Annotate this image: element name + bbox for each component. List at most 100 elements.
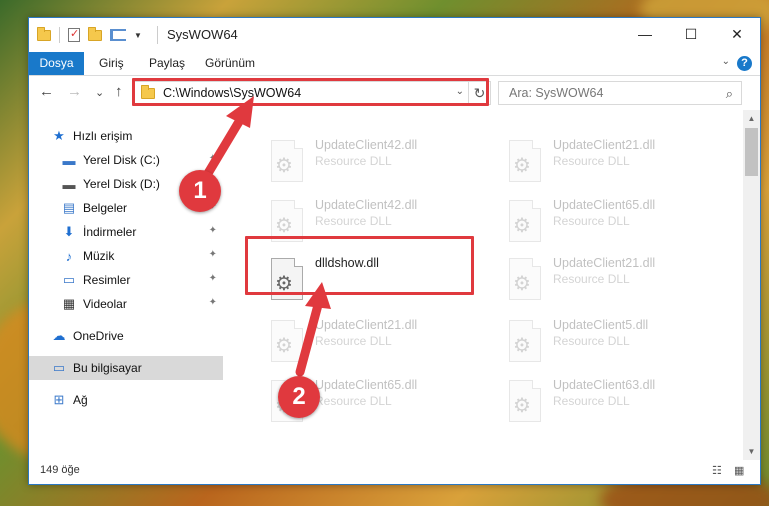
pictures-icon: ▭ [62, 272, 76, 287]
window-title: SysWOW64 [167, 27, 238, 42]
address-highlight-box [132, 78, 489, 106]
divider [59, 27, 60, 43]
chevron-down-icon[interactable]: ⌄ [722, 56, 730, 67]
sidebar-item[interactable]: ★ Hızlı erişim [29, 124, 223, 148]
sidebar-item[interactable]: ♪ Müzik ✦ [29, 244, 223, 268]
recent-locations-button[interactable]: ⌄ [95, 86, 104, 99]
search-input[interactable]: Ara: SysWOW64 [509, 86, 603, 100]
file-name: UpdateClient42.dll [315, 138, 418, 152]
step-badge-2: 2 [278, 376, 320, 418]
tab-home[interactable]: Giriş [99, 52, 124, 75]
up-button[interactable]: ↑ [115, 83, 123, 100]
sidebar-item-label: Videolar [83, 297, 127, 311]
navigation-pane: ★ Hızlı erişim ▬ Yerel Disk (C:) ✦ ▬ Yerel Dis… [29, 110, 223, 458]
file-name: UpdateClient21.dll [553, 138, 656, 152]
chevron-down-icon[interactable]: ▼ [134, 31, 142, 40]
computer-icon: ▭ [52, 360, 66, 375]
forward-button[interactable]: → [67, 83, 82, 100]
file-type: Resource DLL [553, 334, 630, 348]
sidebar-item[interactable]: ⬇ İndirmeler ✦ [29, 220, 223, 244]
details-view-icon[interactable]: ☷ [712, 464, 726, 477]
sidebar-item[interactable]: ☁ OneDrive [29, 324, 223, 348]
step-badge-1: 1 [179, 170, 221, 212]
file-item[interactable]: UpdateClient5.dll Resource DLL [495, 318, 720, 370]
title-bar: ▼ SysWOW64 — ☐ ✕ [29, 18, 760, 52]
sidebar-item-label: Ağ [73, 393, 88, 407]
sidebar-item[interactable]: ▬ Yerel Disk (C:) ✦ [29, 148, 223, 172]
pin-icon[interactable]: ✦ [209, 297, 217, 308]
sidebar-item[interactable]: ▦ Videolar ✦ [29, 292, 223, 316]
tab-view[interactable]: Görünüm [205, 52, 255, 75]
network-icon: ⊞ [53, 392, 65, 407]
properties-check-icon[interactable] [68, 27, 80, 42]
dll-file-icon [509, 258, 541, 300]
sidebar-item[interactable]: ▭ Resimler ✦ [29, 268, 223, 292]
dll-file-icon [509, 320, 541, 362]
scroll-thumb[interactable] [745, 128, 758, 176]
dll-file-icon [271, 320, 303, 362]
file-type: Resource DLL [315, 154, 392, 168]
file-name: UpdateClient65.dll [553, 198, 656, 212]
file-type: Resource DLL [315, 334, 392, 348]
sidebar-item-label: OneDrive [73, 329, 124, 343]
new-folder-icon[interactable] [88, 26, 102, 41]
file-item[interactable]: UpdateClient65.dll Resource DLL [495, 198, 720, 250]
sidebar-item-label: İndirmeler [83, 225, 137, 239]
file-type: Resource DLL [553, 214, 630, 228]
star-icon: ★ [53, 128, 65, 143]
file-highlight-box [245, 236, 474, 295]
folder-icon [37, 26, 51, 41]
item-count: 149 öğe [40, 464, 80, 476]
search-box[interactable]: Ara: SysWOW64 ⌕ [498, 81, 742, 105]
sidebar-item[interactable]: ⊞ Ağ [29, 388, 223, 412]
file-type: Resource DLL [315, 394, 392, 408]
file-type: Resource DLL [553, 272, 630, 286]
sidebar-item-label: Bu bilgisayar [73, 361, 142, 375]
vertical-scrollbar[interactable]: ▲ ▼ [743, 110, 760, 460]
pin-icon[interactable]: ✦ [209, 273, 217, 284]
customize-icon[interactable] [110, 29, 126, 41]
file-item[interactable]: UpdateClient42.dll Resource DLL [257, 138, 482, 190]
maximize-button[interactable]: ☐ [668, 18, 714, 50]
sidebar-item-label: Hızlı erişim [73, 129, 133, 143]
close-button[interactable]: ✕ [714, 18, 760, 50]
file-name: UpdateClient63.dll [553, 378, 656, 392]
tab-share[interactable]: Paylaş [149, 52, 185, 75]
ribbon-tabs: Dosya Giriş Paylaş Görünüm ⌄ ? [29, 52, 760, 76]
sidebar-item-label: Belgeler [83, 201, 128, 215]
drive-icon: ▬ [62, 176, 76, 192]
file-name: UpdateClient42.dll [315, 198, 418, 212]
file-item[interactable]: UpdateClient21.dll Resource DLL [257, 318, 482, 370]
file-name: UpdateClient5.dll [553, 318, 649, 332]
downloads-icon: ⬇ [63, 224, 75, 239]
dll-file-icon [271, 140, 303, 182]
file-name: UpdateClient21.dll [315, 318, 418, 332]
pin-icon[interactable]: ✦ [209, 249, 217, 260]
file-name: UpdateClient21.dll [553, 256, 656, 270]
sidebar-item-label: Yerel Disk (C:) [83, 153, 160, 167]
sidebar-item-label: Resimler [83, 273, 131, 287]
file-type: Resource DLL [553, 154, 630, 168]
file-item[interactable]: UpdateClient21.dll Resource DLL [495, 256, 720, 308]
back-button[interactable]: ← [39, 83, 54, 100]
pin-icon[interactable]: ✦ [209, 153, 217, 164]
minimize-button[interactable]: — [622, 18, 668, 50]
help-icon[interactable]: ? [737, 56, 752, 71]
file-name: UpdateClient65.dll [315, 378, 418, 392]
window-controls: — ☐ ✕ [622, 18, 760, 50]
cloud-icon: ☁ [52, 328, 66, 343]
tab-file[interactable]: Dosya [29, 52, 84, 75]
sidebar-item[interactable]: ▭ Bu bilgisayar [29, 356, 223, 380]
scroll-up-button[interactable]: ▲ [743, 110, 760, 127]
sidebar-item-label: Müzik [83, 249, 115, 263]
music-icon: ♪ [65, 248, 73, 264]
large-icons-view-icon[interactable]: ▦ [734, 464, 748, 477]
pin-icon[interactable]: ✦ [209, 225, 217, 236]
file-item[interactable]: UpdateClient63.dll Resource DLL [495, 378, 720, 430]
status-bar: 149 öğe ☷ ▦ [29, 458, 760, 484]
file-item[interactable]: UpdateClient21.dll Resource DLL [495, 138, 720, 190]
file-type: Resource DLL [553, 394, 630, 408]
file-type: Resource DLL [315, 214, 392, 228]
dll-file-icon [509, 140, 541, 182]
search-icon: ⌕ [725, 86, 733, 101]
